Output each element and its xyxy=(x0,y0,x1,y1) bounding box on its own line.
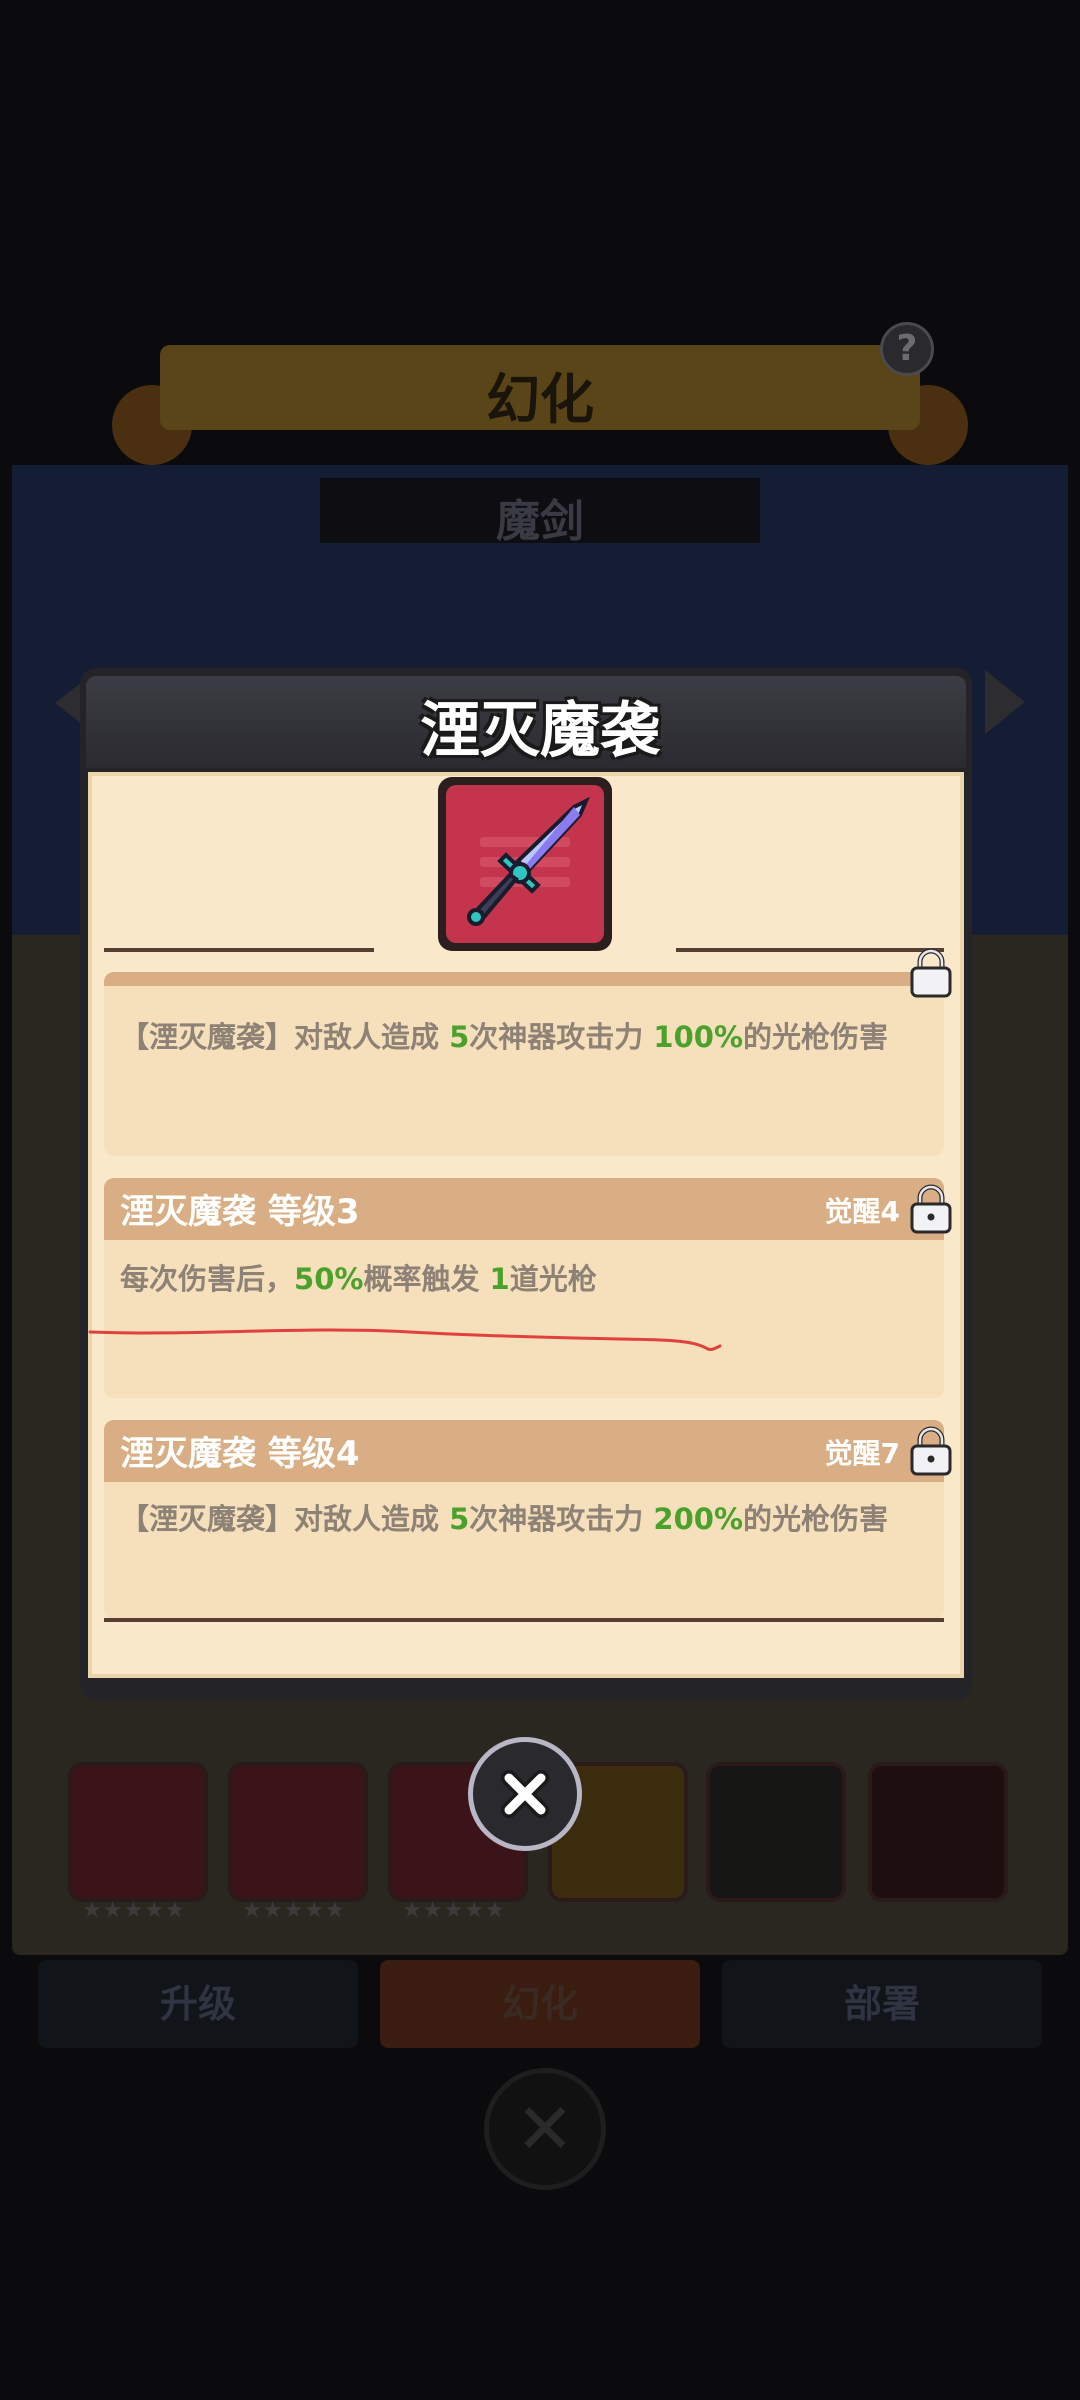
weapon-name: 魔剑 xyxy=(496,496,584,547)
divider-right xyxy=(676,948,944,952)
weapon-slot-5-locked[interactable] xyxy=(706,1762,846,1902)
tab-transform[interactable]: 幻化 xyxy=(380,1960,700,2048)
weapon-slot-1-stars: ★★★★★ xyxy=(82,1898,186,1923)
skill-card-title: 湮灭魔袭 等级4 xyxy=(120,1434,360,1474)
modal-title: 湮灭魔袭 xyxy=(420,696,660,766)
skill-card-description: 【湮灭魔袭】对敌人造成 5次神器攻击力 100%的光枪伤害 xyxy=(120,1020,889,1054)
annotation-underline xyxy=(88,1328,722,1352)
weapon-slot-1[interactable] xyxy=(68,1762,208,1902)
skill-card-level2: 【湮灭魔袭】对敌人造成 5次神器攻击力 100%的光枪伤害 xyxy=(104,972,944,1156)
tab-upgrade[interactable]: 升级 xyxy=(38,1960,358,2048)
help-icon[interactable]: ? xyxy=(880,322,934,376)
divider-left xyxy=(104,948,374,952)
lock-icon xyxy=(910,1426,952,1476)
weapon-slot-6-locked[interactable] xyxy=(868,1762,1008,1902)
skill-card-description: 【湮灭魔袭】对敌人造成 5次神器攻击力 200%的光枪伤害 xyxy=(120,1502,889,1536)
skill-card-title: 湮灭魔袭 等级3 xyxy=(120,1192,360,1232)
skill-card-description: 每次伤害后，50%概率触发 1道光枪 xyxy=(120,1262,597,1296)
sword-icon xyxy=(467,796,590,926)
close-icon xyxy=(501,1770,549,1818)
lock-icon xyxy=(910,1184,952,1234)
skill-card-header xyxy=(104,972,944,986)
weapon-slot-2[interactable] xyxy=(228,1762,368,1902)
awaken-requirement: 觉醒4 xyxy=(824,1195,900,1228)
weapon-slot-3-stars: ★★★★★ xyxy=(402,1898,506,1923)
lock-icon xyxy=(910,948,952,998)
tab-deploy[interactable]: 部署 xyxy=(722,1960,1042,2048)
list-bottom-divider xyxy=(104,1618,944,1622)
close-button[interactable] xyxy=(468,1737,582,1851)
skill-card-level4: 湮灭魔袭 等级4 觉醒7 【湮灭魔袭】对敌人造成 5次神器攻击力 200%的光枪… xyxy=(104,1420,944,1620)
weapon-slot-2-stars: ★★★★★ xyxy=(242,1898,346,1923)
awaken-requirement: 觉醒7 xyxy=(824,1437,900,1470)
background-close-icon[interactable]: ✕ xyxy=(484,2068,606,2190)
